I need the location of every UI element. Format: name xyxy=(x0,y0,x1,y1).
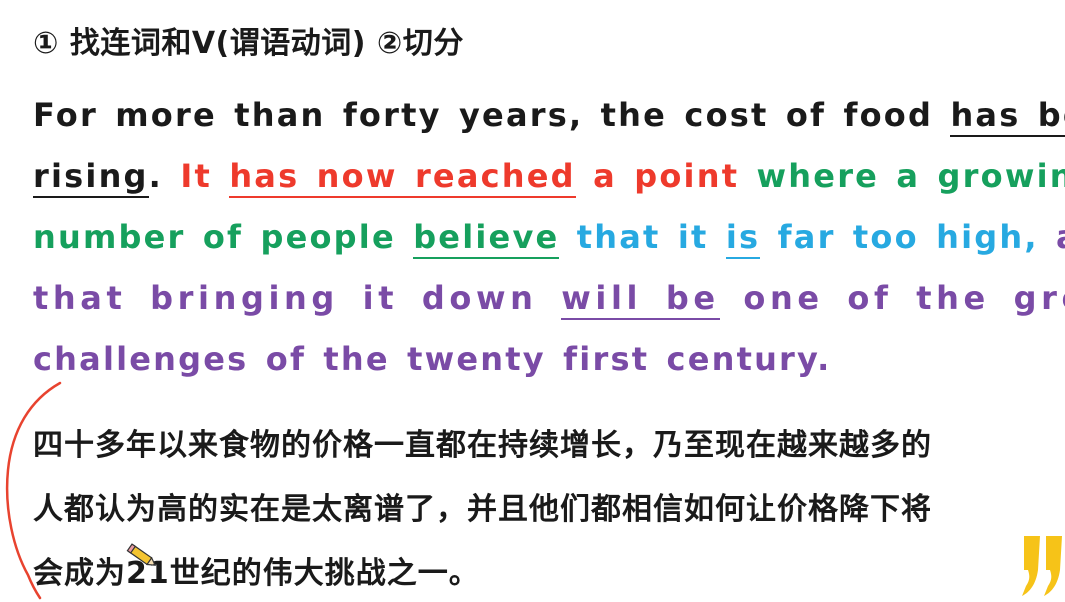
english-sentence-line-2: rising. It has now reached a point where… xyxy=(33,157,1065,198)
page-title: ① 找连词和V(谓语动词) ②切分 xyxy=(33,26,464,61)
clause-purple-conjunction: and xyxy=(1039,218,1065,256)
chinese-translation-line-1: 四十多年以来食物的价格一直都在持续增长，乃至现在越来越多的 xyxy=(33,428,932,463)
english-sentence-line-1: For more than forty years, the cost of f… xyxy=(33,96,1065,137)
clause-blue-start: that it xyxy=(559,218,726,256)
english-sentence-line-5: challenges of the twenty first century. xyxy=(33,340,832,378)
clause-green-verb-underlined: believe xyxy=(413,218,560,259)
clause-green-subject: number of people xyxy=(33,218,414,256)
chinese-translation-line-3: 会成为21世纪的伟大挑战之一。 xyxy=(33,556,480,591)
clause-main: For more than forty years, the cost of f… xyxy=(33,96,951,134)
clause-blue-verb-underlined: is xyxy=(725,218,761,259)
clause-blue-rest: far too high, xyxy=(760,218,1039,256)
clause-purple-end: challenges of the twenty first century. xyxy=(33,340,832,378)
clause-red-object: a point xyxy=(575,157,740,195)
clause-purple-verb-underlined: will be xyxy=(561,279,720,320)
chinese-translation-line-2: 人都认为高的实在是太离谱了，并且他们都相信如何让价格降下将 xyxy=(33,492,932,527)
clause-red-subject: It xyxy=(180,157,230,195)
main-verb-underlined-end: rising xyxy=(33,157,149,198)
clause-green-start: where a growing xyxy=(739,157,1065,195)
english-sentence-line-3: number of people believe that it is far … xyxy=(33,218,1065,259)
clause-red-verb-underlined: has now reached xyxy=(229,157,576,198)
clause-purple-rest: one of the greatest xyxy=(743,279,1065,317)
main-verb-underlined: has been xyxy=(950,96,1065,137)
yellow-quote-mark-icon xyxy=(1022,536,1062,596)
pencil-icon xyxy=(126,543,157,566)
clause-purple-subject: that bringing it down xyxy=(33,279,562,317)
document-page: ① 找连词和V(谓语动词) ②切分 For more than forty ye… xyxy=(0,0,1065,602)
sentence-period: . xyxy=(148,157,181,195)
english-sentence-line-4: that bringing it down will be one of the… xyxy=(33,279,1065,320)
